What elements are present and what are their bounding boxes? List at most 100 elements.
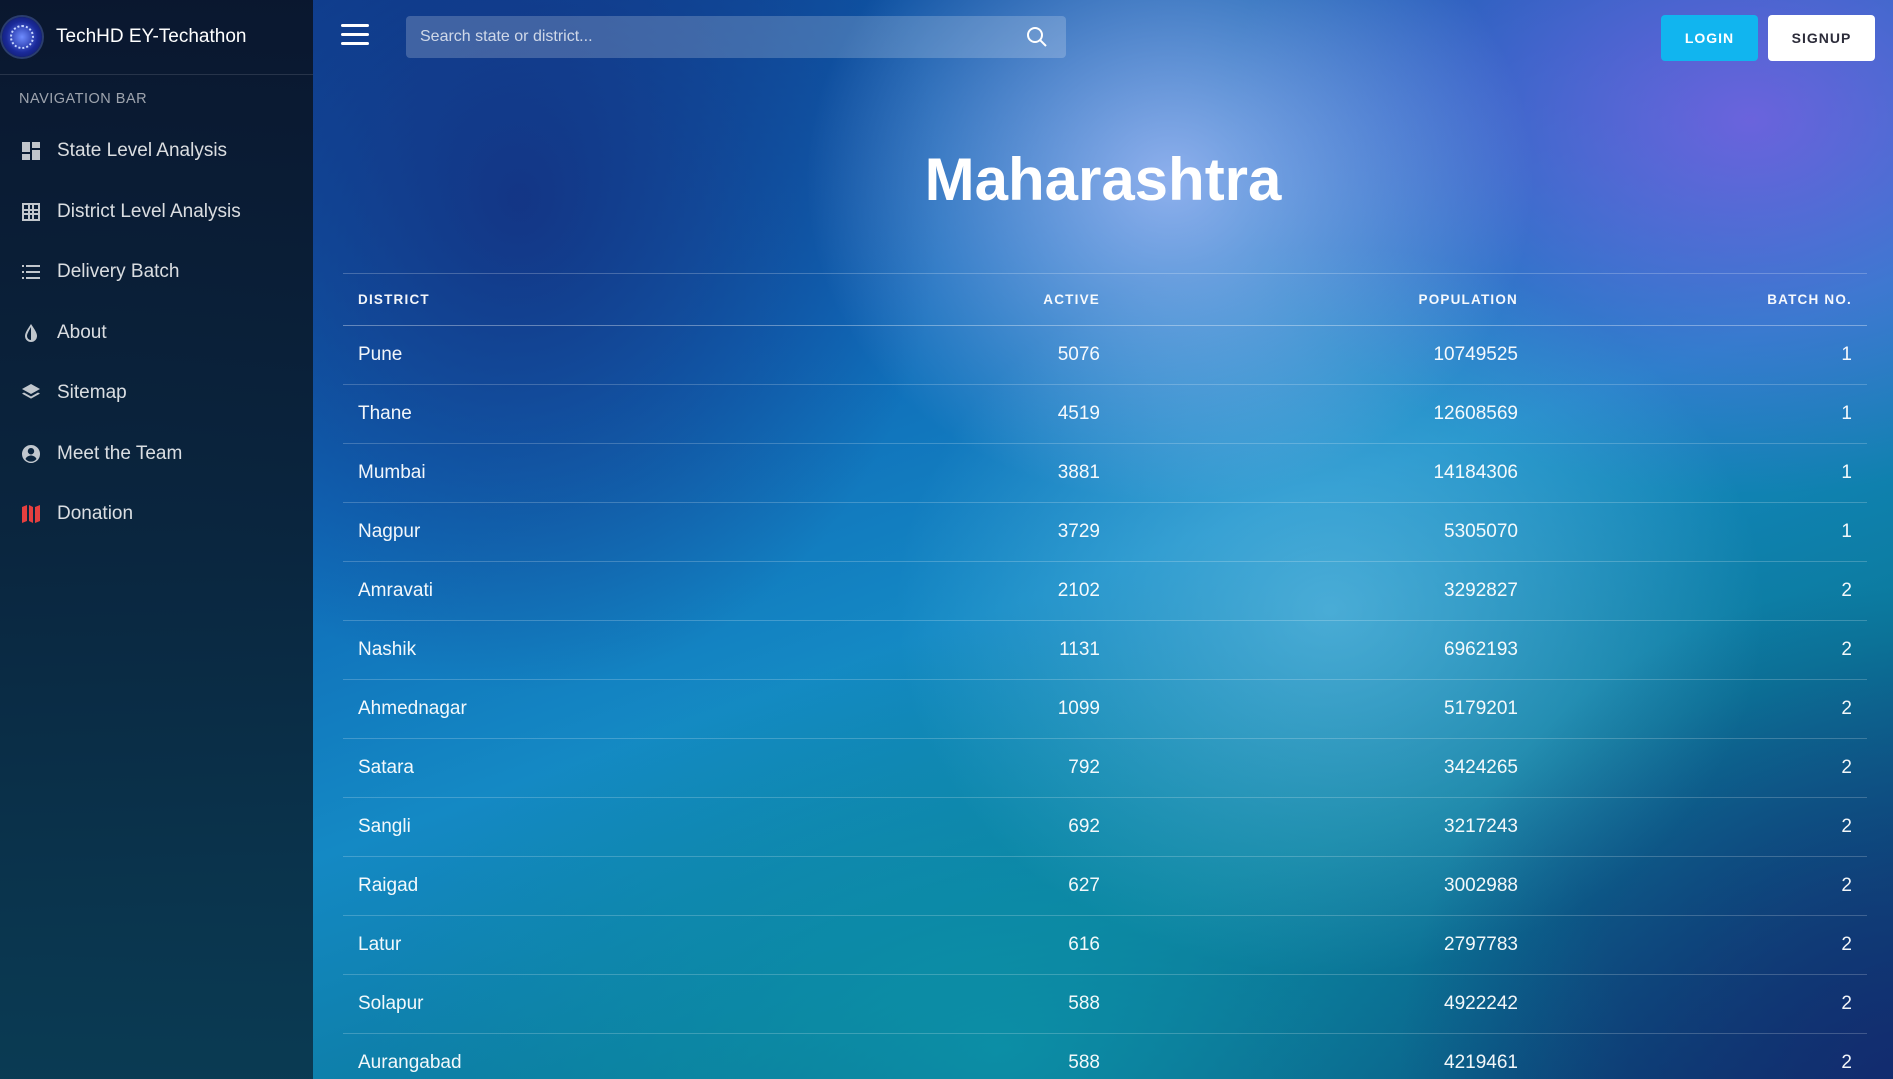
sidebar-item-sitemap[interactable]: Sitemap (0, 363, 313, 424)
sidebar-item-state-level-analysis[interactable]: State Level Analysis (0, 121, 313, 182)
top-header: LOGIN SIGNUP (313, 0, 1893, 74)
cell-district: Sangli (343, 797, 813, 857)
cell-batch: 2 (1533, 974, 1867, 1034)
cell-population: 3292827 (1115, 561, 1533, 621)
cell-active: 616 (813, 915, 1115, 975)
table-row[interactable]: Aurangabad 588 4219461 2 (343, 1033, 1867, 1079)
cell-district: Nashik (343, 620, 813, 680)
sidebar-item-label: State Level Analysis (57, 140, 228, 162)
cell-population: 3424265 (1115, 738, 1533, 798)
cell-batch: 2 (1533, 1033, 1867, 1079)
brand[interactable]: TechHD EY-Techathon (0, 0, 313, 75)
cell-population: 2797783 (1115, 915, 1533, 975)
sidebar-item-label: Donation (57, 503, 134, 525)
table-row[interactable]: Nashik 1131 6962193 2 (343, 620, 1867, 680)
cell-batch: 2 (1533, 561, 1867, 621)
brand-title: TechHD EY-Techathon (56, 26, 247, 47)
sidebar-item-label: About (57, 321, 107, 343)
cell-district: Solapur (343, 974, 813, 1034)
cell-active: 588 (813, 974, 1115, 1034)
cell-batch: 1 (1533, 502, 1867, 562)
cell-active: 3729 (813, 502, 1115, 562)
table-row[interactable]: Sangli 692 3217243 2 (343, 797, 1867, 857)
dashboard-icon (20, 140, 42, 162)
column-header-population[interactable]: POPULATION (1115, 273, 1533, 326)
sidebar-item-label: Delivery Batch (57, 261, 180, 283)
search-box (406, 15, 1066, 59)
hamburger-menu-icon[interactable] (341, 24, 369, 46)
cell-population: 5305070 (1115, 502, 1533, 562)
column-header-batch[interactable]: BATCH NO. (1533, 273, 1867, 326)
table-body: Pune 5076 10749525 1 Thane 4519 12608569 1 Mumba… (343, 325, 1867, 1079)
cell-batch: 2 (1533, 915, 1867, 975)
cell-batch: 2 (1533, 856, 1867, 916)
table-row[interactable]: Solapur 588 4922242 2 (343, 974, 1867, 1034)
search-input[interactable] (406, 15, 1024, 59)
table-row[interactable]: Satara 792 3424265 2 (343, 738, 1867, 798)
cell-district: Raigad (343, 856, 813, 916)
grid-icon (20, 201, 42, 223)
table-header-row: DISTRICT ACTIVE POPULATION BATCH NO. (343, 273, 1867, 326)
cell-district: Latur (343, 915, 813, 975)
cell-batch: 2 (1533, 738, 1867, 798)
drop-icon (20, 322, 42, 344)
cell-active: 588 (813, 1033, 1115, 1079)
signup-button[interactable]: SIGNUP (1768, 15, 1875, 61)
table-row[interactable]: Amravati 2102 3292827 2 (343, 561, 1867, 621)
table-row[interactable]: Mumbai 3881 14184306 1 (343, 443, 1867, 503)
sidebar-item-district-level-analysis[interactable]: District Level Analysis (0, 182, 313, 243)
cell-population: 4219461 (1115, 1033, 1533, 1079)
cell-population: 10749525 (1115, 325, 1533, 385)
layers-icon (20, 382, 42, 404)
table-row[interactable]: Latur 616 2797783 2 (343, 915, 1867, 975)
cell-population: 5179201 (1115, 679, 1533, 739)
cell-batch: 1 (1533, 325, 1867, 385)
cell-district: Satara (343, 738, 813, 798)
sidebar-item-delivery-batch[interactable]: Delivery Batch (0, 242, 313, 303)
cell-population: 14184306 (1115, 443, 1533, 503)
list-icon (20, 261, 42, 283)
cell-district: Aurangabad (343, 1033, 813, 1079)
cell-active: 627 (813, 856, 1115, 916)
sidebar-item-label: District Level Analysis (57, 200, 241, 222)
cell-active: 2102 (813, 561, 1115, 621)
sidebar-item-label: Sitemap (57, 382, 127, 404)
cell-district: Thane (343, 384, 813, 444)
district-table: DISTRICT ACTIVE POPULATION BATCH NO. Pun… (343, 273, 1867, 1079)
cell-active: 692 (813, 797, 1115, 857)
login-button[interactable]: LOGIN (1661, 15, 1758, 61)
cell-population: 4922242 (1115, 974, 1533, 1034)
sidebar-item-about[interactable]: About (0, 303, 313, 364)
column-header-district[interactable]: DISTRICT (343, 273, 813, 326)
cell-population: 12608569 (1115, 384, 1533, 444)
cell-active: 1099 (813, 679, 1115, 739)
column-header-active[interactable]: ACTIVE (813, 273, 1115, 326)
sidebar-item-meet-the-team[interactable]: Meet the Team (0, 424, 313, 485)
table-row[interactable]: Ahmednagar 1099 5179201 2 (343, 679, 1867, 739)
cell-batch: 2 (1533, 797, 1867, 857)
main-content: Maharashtra DISTRICT ACTIVE POPULATION B… (313, 74, 1893, 1079)
user-circle-icon (20, 443, 42, 465)
cell-active: 3881 (813, 443, 1115, 503)
cell-district: Mumbai (343, 443, 813, 503)
cell-district: Amravati (343, 561, 813, 621)
search-icon[interactable] (1024, 24, 1050, 50)
cell-district: Nagpur (343, 502, 813, 562)
globe-logo-icon (2, 17, 42, 57)
sidebar-item-label: Meet the Team (57, 442, 183, 464)
table-row[interactable]: Pune 5076 10749525 1 (343, 325, 1867, 385)
cell-active: 5076 (813, 325, 1115, 385)
sidebar: TechHD EY-Techathon NAVIGATION BAR State… (0, 0, 313, 1079)
cell-batch: 2 (1533, 679, 1867, 739)
table-row[interactable]: Nagpur 3729 5305070 1 (343, 502, 1867, 562)
nav-list: State Level Analysis District Level Anal… (0, 121, 313, 545)
map-icon (20, 503, 42, 525)
cell-batch: 2 (1533, 620, 1867, 680)
sidebar-item-donation[interactable]: Donation (0, 484, 313, 545)
table-row[interactable]: Raigad 627 3002988 2 (343, 856, 1867, 916)
cell-batch: 1 (1533, 384, 1867, 444)
nav-caption: NAVIGATION BAR (19, 91, 148, 107)
cell-population: 3002988 (1115, 856, 1533, 916)
cell-population: 6962193 (1115, 620, 1533, 680)
table-row[interactable]: Thane 4519 12608569 1 (343, 384, 1867, 444)
